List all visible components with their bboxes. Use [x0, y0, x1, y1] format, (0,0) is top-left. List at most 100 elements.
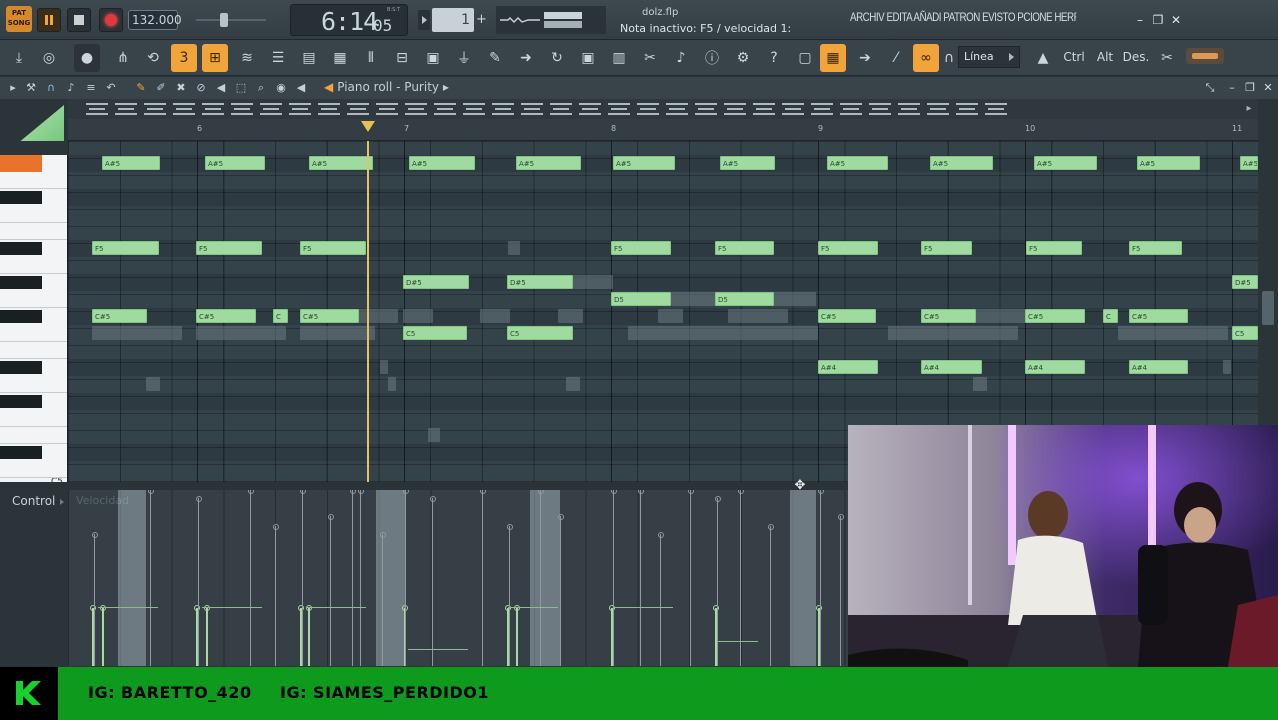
event-selector-icon[interactable]	[86, 103, 108, 115]
note[interactable]: F5	[611, 241, 671, 255]
playback-tool-icon[interactable]: ◉	[274, 81, 288, 95]
tempo-display[interactable]: 132.000	[128, 10, 182, 30]
magnet-icon[interactable]: ∩	[942, 44, 956, 72]
delete-tool-icon[interactable]: ✖	[174, 81, 188, 95]
note[interactable]: F5	[196, 241, 262, 255]
note[interactable]: F5	[715, 241, 774, 255]
piano-roll-icon[interactable]: ▦	[327, 44, 353, 72]
velocity-handle[interactable]	[609, 605, 615, 611]
event-selector-icon[interactable]	[608, 103, 630, 115]
event-selector-icon[interactable]	[753, 103, 775, 115]
note[interactable]: C	[1103, 309, 1118, 323]
black-key[interactable]	[0, 446, 42, 459]
piano-keyboard[interactable]: C5	[0, 155, 68, 482]
black-key[interactable]	[0, 395, 42, 408]
piano-roll-title[interactable]: ◀ Piano roll - Purity ▸	[324, 80, 449, 94]
event-selector-icon[interactable]	[463, 103, 485, 115]
event-selector-icon[interactable]	[347, 103, 369, 115]
blend-notes-icon[interactable]: ≋	[234, 44, 260, 72]
download-icon[interactable]: ⤓	[6, 44, 32, 72]
pr-maximize-button[interactable]: ❐	[1244, 81, 1256, 95]
note[interactable]: A#5	[309, 156, 373, 170]
note[interactable]: A#5	[613, 156, 675, 170]
event-selector-icon[interactable]	[318, 103, 340, 115]
event-selector-icon[interactable]	[202, 103, 224, 115]
clipboard-icon[interactable]: ▣	[420, 44, 446, 72]
event-selector-icon[interactable]	[260, 103, 282, 115]
close-button[interactable]: ✕	[1168, 12, 1184, 28]
black-key[interactable]	[0, 242, 42, 255]
black-key[interactable]	[0, 276, 42, 289]
note[interactable]: F5	[1129, 241, 1182, 255]
velocity-handle[interactable]	[194, 605, 200, 611]
restore-button[interactable]: ❐	[1150, 12, 1166, 28]
playhead-marker[interactable]	[361, 121, 375, 132]
note[interactable]: C5	[507, 326, 573, 340]
song-position-display[interactable]: 6:14 05 B:S:T	[290, 4, 408, 36]
event-selector-icon[interactable]	[869, 103, 891, 115]
settings-icon[interactable]: ⚙	[730, 44, 756, 72]
note[interactable]: D#5	[1232, 275, 1258, 289]
black-key[interactable]	[0, 191, 42, 204]
event-selector-icon[interactable]	[115, 103, 137, 115]
event-selector-icon[interactable]	[521, 103, 543, 115]
event-selector-icon[interactable]	[434, 103, 456, 115]
pr-minimize-button[interactable]: –	[1226, 81, 1238, 95]
countdown-icon[interactable]: 3	[171, 44, 197, 72]
note[interactable]: A#5	[516, 156, 581, 170]
slice-tool-icon[interactable]: ◀	[214, 81, 228, 95]
velocity-handle[interactable]	[100, 605, 106, 611]
snap-mode-select[interactable]: Línea	[958, 46, 1020, 68]
hamburger-icon[interactable]: ≡	[84, 81, 98, 95]
browser-icon[interactable]: ⊟	[389, 44, 415, 72]
stamp-icon[interactable]: ▲	[1030, 44, 1056, 72]
note[interactable]: C#5	[92, 309, 147, 323]
detach-icon[interactable]: ⤡	[1204, 81, 1216, 95]
event-selector-icon[interactable]	[811, 103, 833, 115]
plugin-icon[interactable]: ⏚	[451, 44, 477, 72]
event-selector-icon[interactable]	[492, 103, 514, 115]
event-selector-icon[interactable]	[956, 103, 978, 115]
export-icon[interactable]: ➜	[513, 44, 539, 72]
event-selector-icon[interactable]	[666, 103, 688, 115]
note[interactable]: C#5	[1129, 309, 1188, 323]
note[interactable]: A#5	[930, 156, 993, 170]
event-selector-icon[interactable]	[579, 103, 601, 115]
speaker-icon[interactable]: ◀	[294, 81, 308, 95]
velocity-handle[interactable]	[204, 605, 210, 611]
note[interactable]: F5	[300, 241, 366, 255]
magnet-snap-icon[interactable]: ∩	[44, 81, 58, 95]
stop-button[interactable]	[67, 8, 91, 32]
note[interactable]: A#4	[921, 360, 982, 374]
timeline-ruler[interactable]: 6 7 8 9 10 11	[68, 119, 1258, 141]
note[interactable]: D5	[611, 292, 671, 306]
master-pitch-slider[interactable]	[196, 19, 266, 21]
event-selector-icon[interactable]	[840, 103, 862, 115]
velocity-handle[interactable]	[298, 605, 304, 611]
black-key[interactable]	[0, 361, 42, 374]
black-key[interactable]	[0, 310, 42, 323]
template-icon[interactable]: ▢	[792, 44, 818, 72]
velocity-lane[interactable]: Velocidad	[68, 490, 850, 666]
event-selector-icon[interactable]	[376, 103, 398, 115]
zoom-tool-icon[interactable]: ⌕	[254, 81, 268, 95]
note[interactable]: A#4	[1025, 360, 1085, 374]
note[interactable]: F5	[92, 241, 159, 255]
volume-knob-icon[interactable]: ●	[74, 44, 100, 72]
event-selector-icon[interactable]	[405, 103, 427, 115]
scroll-thumb[interactable]	[1262, 291, 1274, 325]
active-key[interactable]	[0, 155, 42, 172]
event-selector-icon[interactable]	[927, 103, 949, 115]
event-selector-icon[interactable]	[550, 103, 572, 115]
minimize-button[interactable]: –	[1132, 12, 1148, 28]
velocity-handle[interactable]	[90, 605, 96, 611]
select-tool-icon[interactable]: ⬚	[234, 81, 248, 95]
note[interactable]: C#5	[196, 309, 256, 323]
refresh-icon[interactable]: ↻	[544, 44, 570, 72]
mixer-icon[interactable]: ⫴	[358, 44, 384, 72]
note[interactable]: A#5	[205, 156, 265, 170]
velocity-handle[interactable]	[306, 605, 312, 611]
pause-button[interactable]	[37, 8, 61, 32]
pr-close-button[interactable]: ✕	[1262, 81, 1274, 95]
pencil-tool-icon[interactable]: ✎	[134, 81, 148, 95]
